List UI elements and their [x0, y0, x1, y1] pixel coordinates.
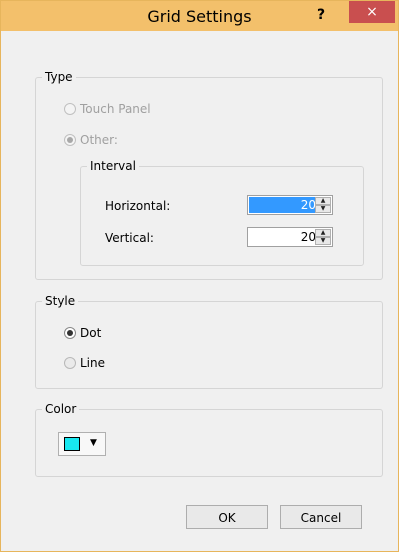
line-radio-circle[interactable] — [64, 357, 76, 369]
cancel-button[interactable]: Cancel — [280, 505, 362, 529]
touch-panel-radio[interactable]: Touch Panel — [64, 102, 151, 116]
other-radio-circle[interactable] — [64, 134, 76, 146]
touch-panel-radio-circle[interactable] — [64, 103, 76, 115]
title-bar: Grid Settings ? × — [1, 1, 398, 31]
type-groupbox: Type Touch Panel Other: Interval Horizon… — [35, 69, 383, 280]
color-legend: Color — [42, 401, 80, 417]
horizontal-input[interactable] — [249, 197, 318, 213]
dot-radio[interactable]: Dot — [64, 326, 101, 340]
interval-legend: Interval — [87, 158, 139, 174]
dialog-body: Type Touch Panel Other: Interval Horizon… — [9, 31, 390, 543]
ok-button[interactable]: OK — [186, 505, 268, 529]
vertical-input[interactable] — [249, 229, 318, 245]
interval-groupbox: Interval Horizontal: ▲ ▼ Vertical: ▲ ▼ — [80, 158, 364, 266]
vertical-up-arrow-icon[interactable]: ▲ — [315, 229, 331, 237]
other-radio[interactable]: Other: — [64, 133, 118, 147]
horizontal-spinbox[interactable]: ▲ ▼ — [247, 195, 333, 215]
style-groupbox: Style Dot Line — [35, 293, 383, 389]
dropdown-arrow-icon: ▼ — [90, 438, 97, 448]
help-button[interactable]: ? — [311, 5, 331, 25]
vertical-label: Vertical: — [105, 231, 154, 245]
color-picker-button[interactable]: ▼ — [58, 432, 106, 456]
type-legend: Type — [42, 69, 76, 85]
vertical-spin-arrows[interactable]: ▲ ▼ — [315, 229, 331, 245]
dialog-title: Grid Settings — [147, 7, 252, 26]
touch-panel-label: Touch Panel — [80, 102, 151, 116]
color-swatch — [64, 437, 80, 451]
horizontal-up-arrow-icon[interactable]: ▲ — [315, 197, 331, 205]
horizontal-spin-arrows[interactable]: ▲ ▼ — [315, 197, 331, 213]
line-label: Line — [80, 356, 106, 370]
line-radio[interactable]: Line — [64, 356, 105, 370]
vertical-down-arrow-icon[interactable]: ▼ — [315, 237, 331, 245]
grid-settings-dialog: Grid Settings ? × Type Touch Panel Other… — [0, 0, 399, 552]
dot-radio-circle[interactable] — [64, 327, 76, 339]
color-groupbox: Color ▼ — [35, 401, 383, 477]
horizontal-label: Horizontal: — [105, 199, 171, 213]
style-legend: Style — [42, 293, 79, 309]
close-button[interactable]: × — [349, 1, 395, 23]
vertical-spinbox[interactable]: ▲ ▼ — [247, 227, 333, 247]
dot-label: Dot — [80, 326, 102, 340]
horizontal-down-arrow-icon[interactable]: ▼ — [315, 205, 331, 213]
other-label: Other: — [80, 133, 118, 147]
